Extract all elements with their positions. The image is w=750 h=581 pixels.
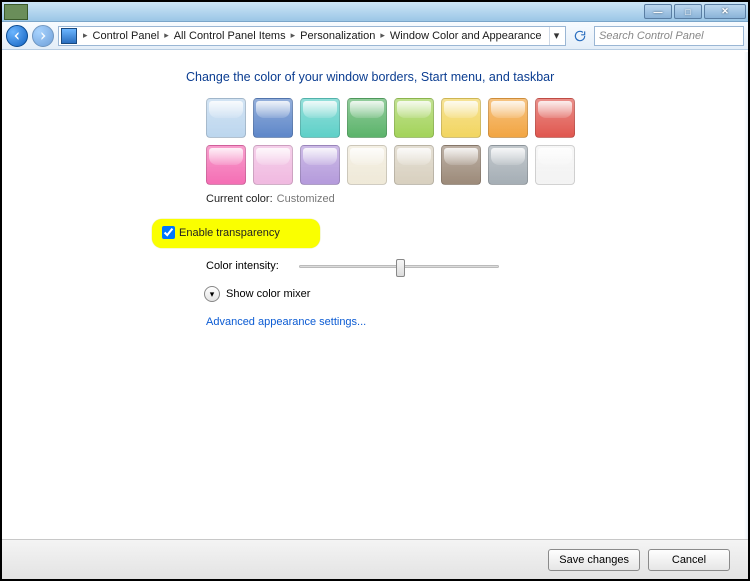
breadcrumb-item[interactable]: Window Color and Appearance	[388, 30, 544, 42]
current-color-row: Current color: Customized	[206, 193, 724, 205]
color-swatch[interactable]	[206, 145, 246, 185]
color-swatch[interactable]	[347, 98, 387, 138]
chevron-right-icon: ▸	[80, 30, 91, 41]
color-swatch[interactable]	[347, 145, 387, 185]
search-input[interactable]: Search Control Panel	[594, 26, 744, 46]
color-swatch[interactable]	[488, 145, 528, 185]
color-intensity-row: Color intensity:	[206, 260, 724, 272]
aero-edge	[744, 52, 748, 539]
back-button[interactable]	[6, 25, 28, 47]
enable-transparency-checkbox[interactable]	[162, 226, 175, 239]
content-area: Change the color of your window borders,…	[2, 52, 748, 539]
advanced-appearance-link[interactable]: Advanced appearance settings...	[206, 316, 724, 328]
highlight-annotation: Enable transparency	[152, 219, 320, 248]
show-color-mixer-label: Show color mixer	[226, 288, 310, 300]
control-panel-icon	[61, 28, 77, 44]
chevron-right-icon: ▸	[377, 30, 388, 41]
window-icon	[4, 4, 28, 20]
search-placeholder: Search Control Panel	[599, 30, 704, 42]
minimize-button[interactable]: —	[644, 4, 672, 19]
color-swatch[interactable]	[253, 145, 293, 185]
window-buttons: — □ ✕	[644, 4, 746, 19]
current-color-label: Current color:	[206, 193, 273, 205]
save-changes-button[interactable]: Save changes	[548, 549, 640, 571]
chevron-right-icon: ▸	[161, 30, 172, 41]
color-swatch[interactable]	[441, 98, 481, 138]
color-swatch[interactable]	[300, 145, 340, 185]
color-intensity-label: Color intensity:	[206, 260, 279, 272]
slider-thumb[interactable]	[396, 259, 405, 277]
breadcrumb-item[interactable]: Control Panel	[91, 30, 162, 42]
show-color-mixer-row[interactable]: ▾ Show color mixer	[204, 286, 724, 302]
enable-transparency-label: Enable transparency	[179, 227, 280, 239]
color-swatch[interactable]	[441, 145, 481, 185]
forward-button[interactable]	[32, 25, 54, 47]
refresh-button[interactable]	[570, 26, 590, 46]
color-swatch[interactable]	[535, 98, 575, 138]
breadcrumb-item[interactable]: All Control Panel Items	[172, 30, 288, 42]
color-swatch[interactable]	[488, 98, 528, 138]
color-swatch-grid	[206, 98, 724, 185]
color-swatch[interactable]	[300, 98, 340, 138]
chevron-down-icon: ▾	[204, 286, 220, 302]
color-swatch[interactable]	[535, 145, 575, 185]
breadcrumb-item[interactable]: Personalization	[298, 30, 377, 42]
chevron-right-icon: ▸	[288, 30, 299, 41]
cancel-button[interactable]: Cancel	[648, 549, 730, 571]
breadcrumb-dropdown[interactable]: ▾	[549, 27, 563, 45]
color-swatch[interactable]	[394, 145, 434, 185]
breadcrumb[interactable]: ▸ Control Panel ▸ All Control Panel Item…	[58, 26, 566, 46]
color-swatch[interactable]	[253, 98, 293, 138]
close-button[interactable]: ✕	[704, 4, 746, 19]
color-intensity-slider[interactable]	[299, 265, 499, 268]
action-bar: Save changes Cancel	[2, 539, 748, 579]
navigation-bar: ▸ Control Panel ▸ All Control Panel Item…	[2, 22, 748, 50]
page-title: Change the color of your window borders,…	[186, 70, 724, 84]
color-swatch[interactable]	[394, 98, 434, 138]
color-swatch[interactable]	[206, 98, 246, 138]
window-titlebar: — □ ✕	[2, 2, 748, 22]
maximize-button[interactable]: □	[674, 4, 702, 19]
current-color-value: Customized	[277, 193, 335, 205]
